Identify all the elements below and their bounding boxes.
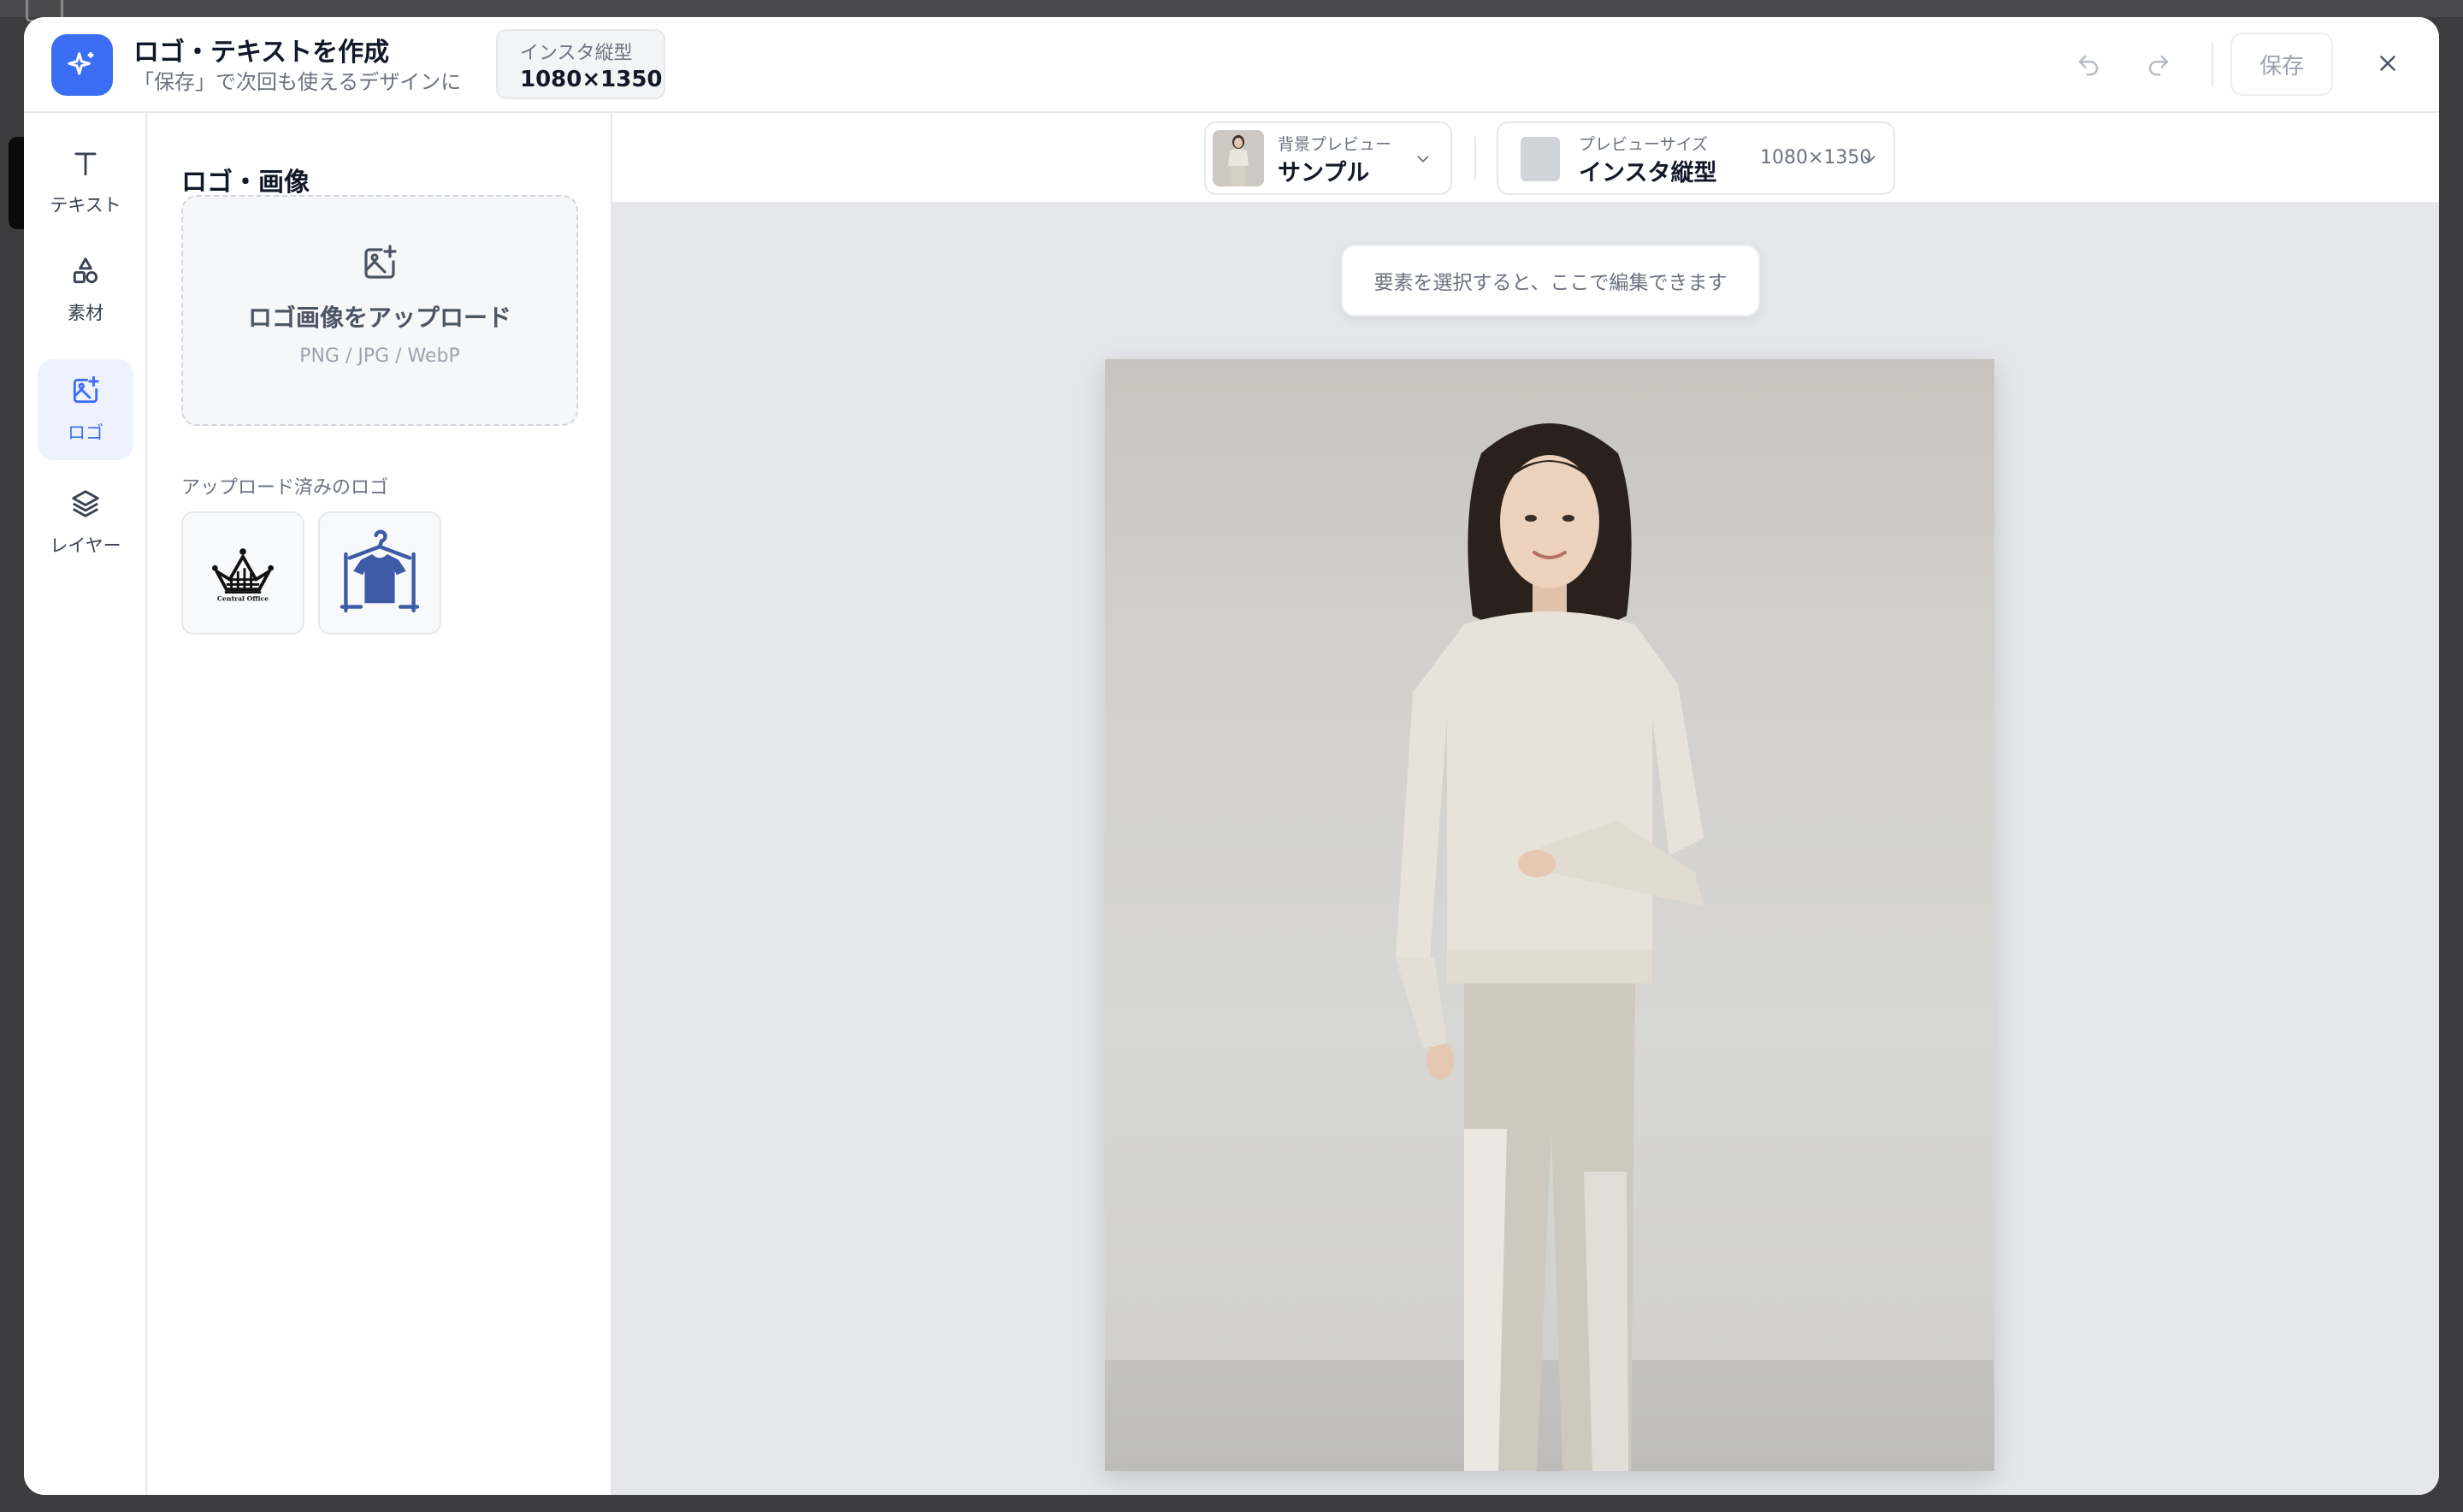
design-preview-canvas[interactable] (1105, 359, 1994, 1471)
rail-item-label: 素材 (68, 303, 103, 323)
layers-icon (69, 487, 102, 523)
rail-item-materials[interactable]: 素材 (38, 239, 133, 340)
close-icon (2380, 56, 2395, 71)
modal-subtitle: 「保存」で次回も使えるデザインに (133, 70, 462, 94)
size-badge: インスタ縦型 1080×1350 (496, 29, 665, 99)
tool-rail: テキスト素材ロゴレイヤー (24, 113, 147, 1495)
logo-thumbnail-hanger[interactable] (318, 511, 441, 635)
rail-item-label: テキスト (50, 195, 121, 216)
logo-upload-dropzone[interactable]: ロゴ画像をアップロード PNG / JPG / WebP (181, 195, 578, 426)
canvas-area: 背景プレビュー サンプル プレビューサイズ インスタ縦型 1080×1350 要… (612, 113, 2439, 1495)
preview-size-dropdown[interactable]: プレビューサイズ インスタ縦型 1080×1350 (1497, 121, 1895, 195)
size-thumbnail (1521, 137, 1560, 181)
redo-icon (2148, 55, 2169, 76)
rail-item-layers[interactable]: レイヤー (38, 472, 133, 573)
background-app-bar (0, 0, 2463, 17)
crown-logo-icon: Central Office (212, 548, 274, 603)
selection-hint: 要素を選択すると、ここで編集できます (1341, 245, 1760, 316)
rail-item-label: ロゴ (68, 422, 103, 443)
logo-thumbnail-crown[interactable]: Central Office (181, 511, 304, 635)
undo-button[interactable] (2071, 48, 2106, 82)
rail-item-logo[interactable]: ロゴ (38, 359, 133, 460)
redo-button[interactable] (2141, 48, 2176, 82)
chevron-down-icon (1858, 147, 1881, 171)
text-icon (69, 147, 102, 183)
canvas-toolbar: 背景プレビュー サンプル プレビューサイズ インスタ縦型 1080×1350 (612, 113, 2439, 204)
modal-title: ロゴ・テキストを作成 (133, 38, 390, 68)
uploaded-logos-label: アップロード済みのロゴ (181, 477, 389, 499)
svg-text:Central Office: Central Office (217, 595, 269, 603)
modal-header: ロゴ・テキストを作成 「保存」で次回も使えるデザインに インスタ縦型 1080×… (24, 17, 2439, 113)
image-plus-icon (69, 375, 102, 410)
preview-size-value: インスタ縦型 (1579, 160, 1717, 186)
rail-item-text[interactable]: テキスト (38, 132, 133, 233)
size-badge-label: インスタ縦型 (520, 43, 633, 64)
rail-item-label: レイヤー (50, 535, 121, 556)
undo-icon (2078, 55, 2099, 76)
header-divider (2212, 43, 2213, 87)
size-badge-value: 1080×1350 (520, 67, 663, 92)
shapes-icon (69, 255, 102, 291)
hanger-shirt-logo-icon (340, 529, 420, 613)
upload-label: ロゴ画像をアップロード (247, 304, 511, 332)
image-plus-icon (359, 243, 400, 287)
logo-text-editor-modal: ロゴ・テキストを作成 「保存」で次回も使えるデザインに インスタ縦型 1080×… (24, 17, 2439, 1495)
background-preview-dropdown[interactable]: 背景プレビュー サンプル (1204, 121, 1452, 195)
upload-formats: PNG / JPG / WebP (299, 346, 460, 367)
background-preview-label: 背景プレビュー (1278, 135, 1392, 154)
logo-panel: ロゴ・画像 ロゴ画像をアップロード PNG / JPG / WebP アップロー… (147, 113, 612, 1495)
sparkle-icon (51, 34, 113, 96)
chevron-down-icon (1411, 147, 1435, 171)
close-button[interactable] (2371, 46, 2405, 80)
preview-size-label: プレビューサイズ (1579, 135, 1709, 154)
background-thumbnail (1213, 130, 1264, 186)
background-preview-value: サンプル (1278, 160, 1370, 186)
toolbar-divider (1474, 137, 1476, 180)
model-photo (1396, 423, 1704, 1471)
preview-size-dims: 1080×1350 (1760, 147, 1872, 168)
panel-title: ロゴ・画像 (181, 168, 310, 198)
save-button[interactable]: 保存 (2230, 32, 2333, 96)
